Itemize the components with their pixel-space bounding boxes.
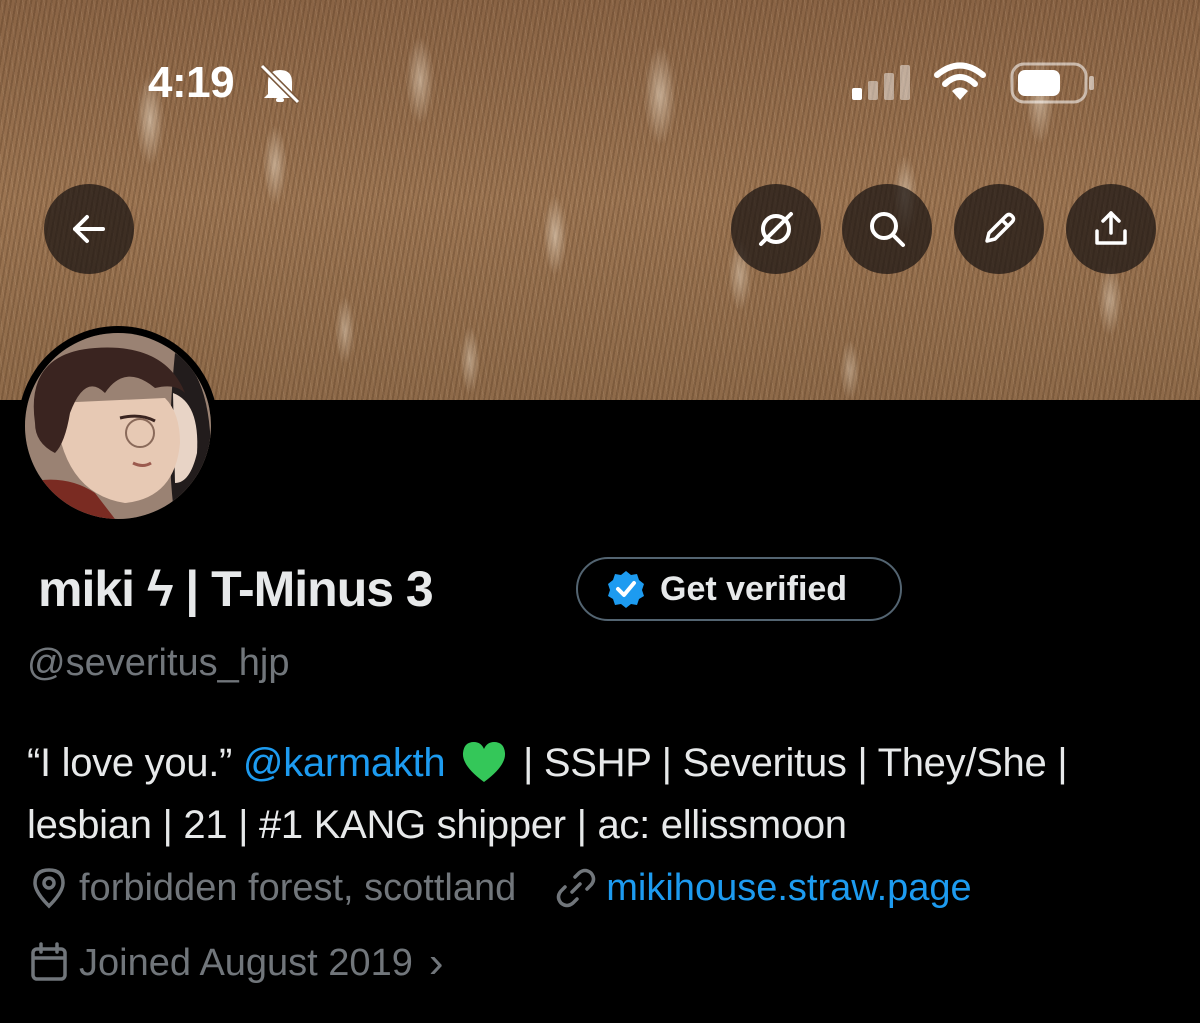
silent-bell-icon: [259, 64, 301, 104]
website-link[interactable]: mikihouse.straw.page: [606, 867, 971, 910]
display-name: miki ϟ | T-Minus 3: [38, 561, 434, 617]
status-time: 4:19: [148, 58, 235, 107]
bio-line2: lesbian | 21 | #1 KANG shipper | ac: ell…: [27, 803, 847, 847]
cell-signal-icon: [852, 65, 910, 100]
battery-icon: [1010, 62, 1094, 104]
bio-quote: “I love you.”: [27, 741, 243, 785]
verified-badge-icon: [608, 571, 644, 608]
bio-line1-rest: | SSHP | Severitus | They/She |: [512, 741, 1068, 785]
edit-button[interactable]: [954, 184, 1044, 274]
pencil-icon: [985, 212, 1016, 243]
grok-icon: [759, 212, 793, 246]
avatar[interactable]: [18, 326, 218, 526]
back-button[interactable]: [44, 184, 134, 274]
share-icon: [1095, 211, 1127, 245]
joined-row[interactable]: Joined August 2019 ›: [27, 938, 444, 988]
location-pin-icon: [33, 868, 65, 909]
get-verified-label: Get verified: [660, 569, 848, 608]
grok-button[interactable]: [731, 184, 821, 274]
avatar-image: [25, 333, 211, 519]
handle: @severitus_hjp: [27, 642, 290, 684]
arrow-left-icon: [73, 215, 105, 243]
bio: “I love you.” @karmakth | SSHP | Severit…: [27, 732, 1187, 856]
search-button[interactable]: [842, 184, 932, 274]
calendar-icon: [31, 942, 67, 981]
joined-date: Joined August 2019: [79, 941, 413, 984]
bio-mention-link[interactable]: @karmakth: [243, 741, 446, 785]
green-heart-emoji: [463, 742, 506, 782]
chevron-right-icon: ›: [428, 938, 444, 987]
link-icon: [557, 868, 596, 908]
profile-meta-row: forbidden forest, scottland mikihouse.st…: [27, 866, 972, 910]
search-icon: [870, 212, 905, 247]
get-verified-button[interactable]: Get verified: [576, 557, 902, 621]
location: forbidden forest, scottland: [79, 866, 517, 909]
wifi-icon: [934, 62, 986, 100]
share-button[interactable]: [1066, 184, 1156, 274]
